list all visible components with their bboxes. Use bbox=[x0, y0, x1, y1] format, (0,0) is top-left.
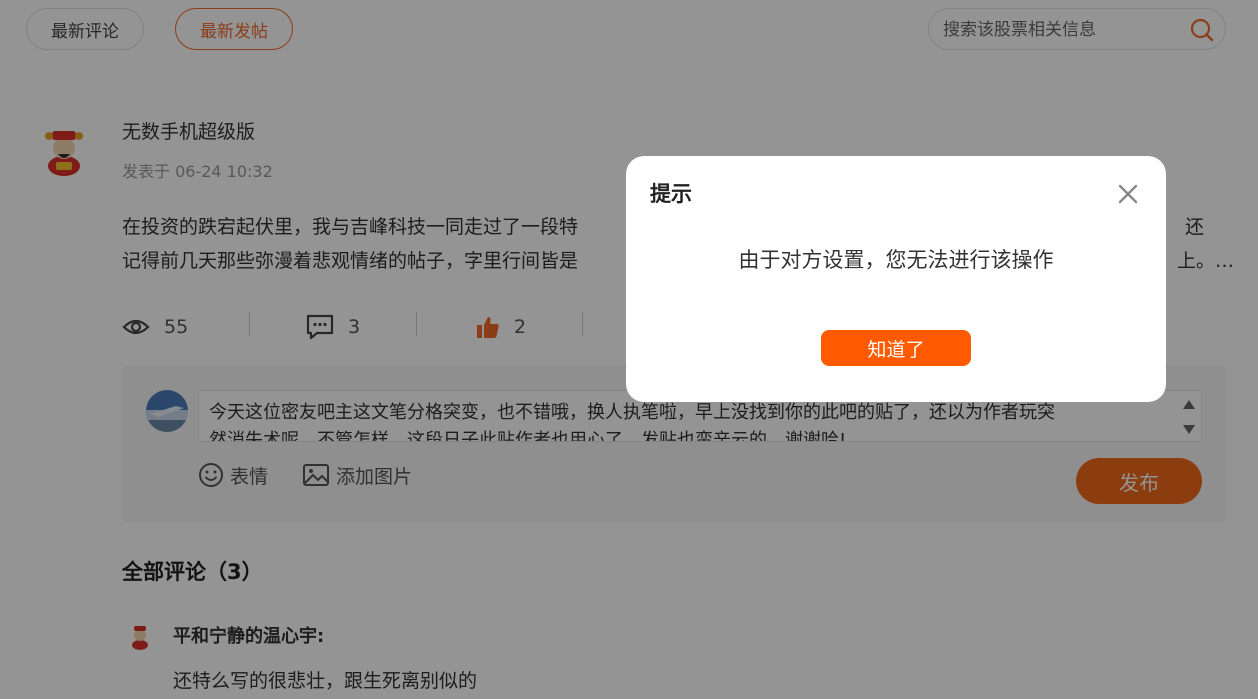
alert-dialog: 提示 由于对方设置，您无法进行该操作 知道了 bbox=[626, 156, 1166, 402]
ok-button[interactable]: 知道了 bbox=[821, 330, 971, 366]
dialog-message: 由于对方设置，您无法进行该操作 bbox=[738, 248, 1054, 272]
close-icon[interactable] bbox=[1116, 182, 1140, 206]
dialog-title: 提示 bbox=[650, 182, 692, 206]
